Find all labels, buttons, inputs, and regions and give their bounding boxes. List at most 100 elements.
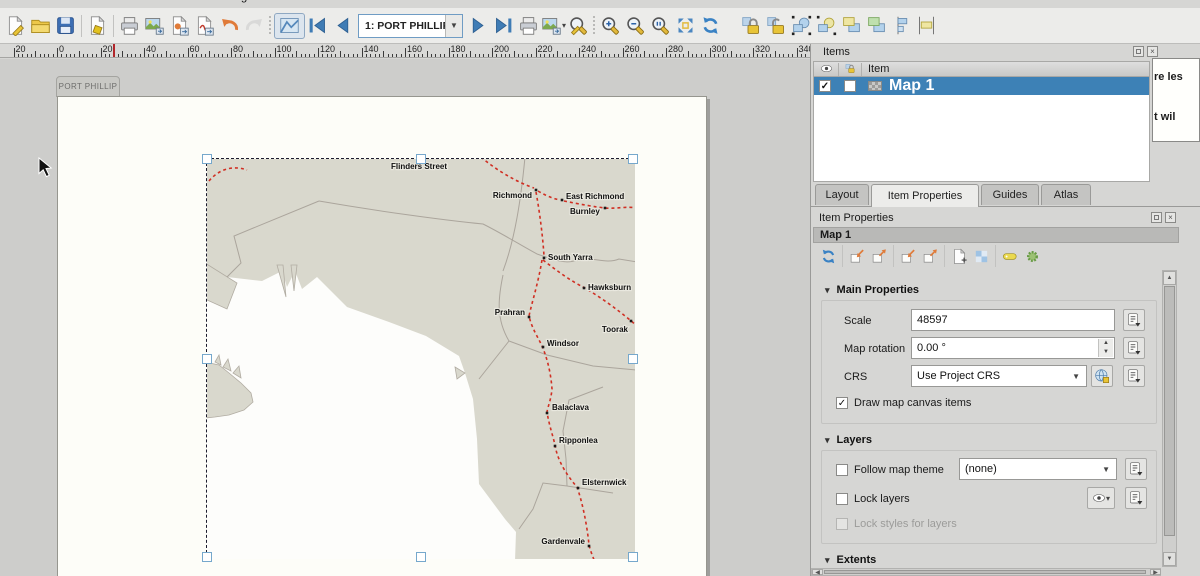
update-preview-button[interactable] xyxy=(817,246,839,266)
undo-button[interactable] xyxy=(217,13,242,39)
items-list[interactable]: Map 1 xyxy=(813,77,1150,182)
scale-input[interactable]: 48597 xyxy=(911,309,1115,331)
atlas-settings-button[interactable] xyxy=(566,13,591,39)
print-layout-button[interactable] xyxy=(117,13,142,39)
menu-atlas[interactable]: Atlas xyxy=(156,0,202,8)
crs-select-button[interactable] xyxy=(1091,365,1113,387)
section-layers[interactable]: Layers xyxy=(825,434,872,446)
export-as-pdf-button[interactable] xyxy=(192,13,217,39)
set-scale-from-canvas-button[interactable] xyxy=(897,246,919,266)
map-theme-combo[interactable]: (none) ▼ xyxy=(959,458,1117,480)
layout-canvas[interactable]: PORT PHILLIP xyxy=(0,59,810,576)
layout-page[interactable]: Flinders StreetRichmondEast RichmondBurn… xyxy=(57,96,707,576)
labeling-settings-button[interactable] xyxy=(970,246,992,266)
resize-handle-bottom-right[interactable] xyxy=(628,552,638,562)
menu-settings[interactable]: Settings xyxy=(201,0,263,8)
map-item-frame[interactable]: Flinders StreetRichmondEast RichmondBurn… xyxy=(206,158,634,558)
ruler-tick xyxy=(688,51,689,57)
previous-feature-button[interactable] xyxy=(330,13,355,39)
menu-view[interactable]: View xyxy=(0,0,42,8)
export-atlas-button[interactable]: ▾ xyxy=(541,13,566,39)
follow-theme-override-button[interactable] xyxy=(1125,458,1147,480)
export-as-image-button[interactable] xyxy=(142,13,167,39)
advanced-settings-button[interactable] xyxy=(1021,246,1043,266)
zoom-out-button[interactable] xyxy=(623,13,648,39)
next-feature-button[interactable] xyxy=(466,13,491,39)
print-atlas-button[interactable] xyxy=(516,13,541,39)
scale-override-button[interactable] xyxy=(1123,309,1145,331)
atlas-feature-combo[interactable]: 1: PORT PHILLIP▼ xyxy=(358,14,463,38)
horizontal-scroll-thumb[interactable] xyxy=(824,570,1146,574)
refresh-view-button[interactable] xyxy=(698,13,723,39)
resize-handle-bottom-center[interactable] xyxy=(416,552,426,562)
edit-extent-interactively-button[interactable] xyxy=(948,246,970,266)
last-feature-button[interactable] xyxy=(491,13,516,39)
scroll-left-button[interactable]: ◀ xyxy=(812,569,823,575)
items-panel-float-button[interactable] xyxy=(1133,46,1144,57)
map-rotation-spinner[interactable]: ▲▼ xyxy=(1098,339,1113,357)
raise-items-button[interactable] xyxy=(839,13,864,39)
menu-add-item[interactable]: Add Item xyxy=(90,0,156,8)
save-project-button[interactable] xyxy=(53,13,78,39)
add-items-from-template-button[interactable] xyxy=(28,13,53,39)
menu-items[interactable]: Items xyxy=(42,0,90,8)
item-lock-checkbox[interactable] xyxy=(844,80,856,92)
unlock-items-button[interactable] xyxy=(764,13,789,39)
duplicate-layout-button[interactable] xyxy=(85,13,110,39)
crs-override-button[interactable] xyxy=(1123,365,1145,387)
follow-map-theme-checkbox[interactable] xyxy=(836,464,848,476)
resize-handle-middle-right[interactable] xyxy=(628,354,638,364)
resize-handle-top-left[interactable] xyxy=(202,154,212,164)
set-extent-from-canvas-button[interactable] xyxy=(846,246,868,266)
crs-combo[interactable]: Use Project CRS ▼ xyxy=(911,365,1087,387)
zoom-actual-button[interactable] xyxy=(648,13,673,39)
chevron-down-icon[interactable]: ▼ xyxy=(445,15,462,37)
tab-item-properties[interactable]: Item Properties xyxy=(871,184,979,207)
lock-layers-checkbox[interactable] xyxy=(836,493,848,505)
items-panel-close-button[interactable]: × xyxy=(1147,46,1158,57)
layout-properties-button[interactable] xyxy=(3,13,28,39)
redo-button[interactable] xyxy=(242,13,267,39)
tab-layout[interactable]: Layout xyxy=(815,184,869,205)
distribute-items-button[interactable] xyxy=(914,13,939,39)
resize-handle-middle-left[interactable] xyxy=(202,354,212,364)
item-properties-float-button[interactable] xyxy=(1151,212,1162,223)
properties-vertical-scrollbar[interactable]: ▲ ▼ xyxy=(1162,270,1177,567)
zoom-full-button[interactable] xyxy=(673,13,698,39)
draw-map-canvas-items-checkbox[interactable] xyxy=(836,397,848,409)
view-extent-in-canvas-button[interactable] xyxy=(868,246,890,266)
item-properties-close-button[interactable]: × xyxy=(1165,212,1176,223)
tab-atlas[interactable]: Atlas xyxy=(1041,184,1091,205)
item-visibility-checkbox[interactable] xyxy=(819,80,831,92)
properties-horizontal-scrollbar[interactable]: ◀ ▶ xyxy=(811,568,1161,576)
first-feature-button[interactable] xyxy=(305,13,330,39)
view-scale-in-canvas-button[interactable] xyxy=(919,246,941,266)
lock-layers-eye-button[interactable]: ▾ xyxy=(1087,487,1115,509)
group-items-button[interactable] xyxy=(789,13,814,39)
section-main-properties[interactable]: Main Properties xyxy=(825,284,919,296)
lock-items-button[interactable] xyxy=(739,13,764,39)
scroll-right-button[interactable]: ▶ xyxy=(1150,569,1161,575)
lock-layers-override-button[interactable] xyxy=(1125,487,1147,509)
vertical-scroll-thumb[interactable] xyxy=(1164,286,1175,536)
lower-items-button[interactable] xyxy=(864,13,889,39)
scroll-up-button[interactable]: ▲ xyxy=(1163,271,1176,285)
export-as-svg-button[interactable] xyxy=(167,13,192,39)
toolbar-grip[interactable] xyxy=(591,16,598,36)
section-extents[interactable]: Extents xyxy=(825,554,876,566)
toolbar-grip[interactable] xyxy=(267,16,274,36)
ungroup-items-button[interactable] xyxy=(814,13,839,39)
scroll-down-button[interactable]: ▼ xyxy=(1163,552,1176,566)
tab-guides[interactable]: Guides xyxy=(981,184,1039,205)
align-items-button[interactable] xyxy=(889,13,914,39)
items-list-row[interactable]: Map 1 xyxy=(814,77,1149,95)
clipping-settings-button[interactable] xyxy=(999,246,1021,266)
resize-handle-top-center[interactable] xyxy=(416,154,426,164)
zoom-in-button[interactable] xyxy=(598,13,623,39)
map-rotation-input[interactable]: 0.00 ° ▲▼ xyxy=(911,337,1115,359)
preview-atlas-toggle[interactable] xyxy=(274,13,305,39)
horizontal-ruler[interactable]: 2002040608010012014016018020022024026028… xyxy=(0,44,810,58)
resize-handle-top-right[interactable] xyxy=(628,154,638,164)
map-rotation-override-button[interactable] xyxy=(1123,337,1145,359)
resize-handle-bottom-left[interactable] xyxy=(202,552,212,562)
